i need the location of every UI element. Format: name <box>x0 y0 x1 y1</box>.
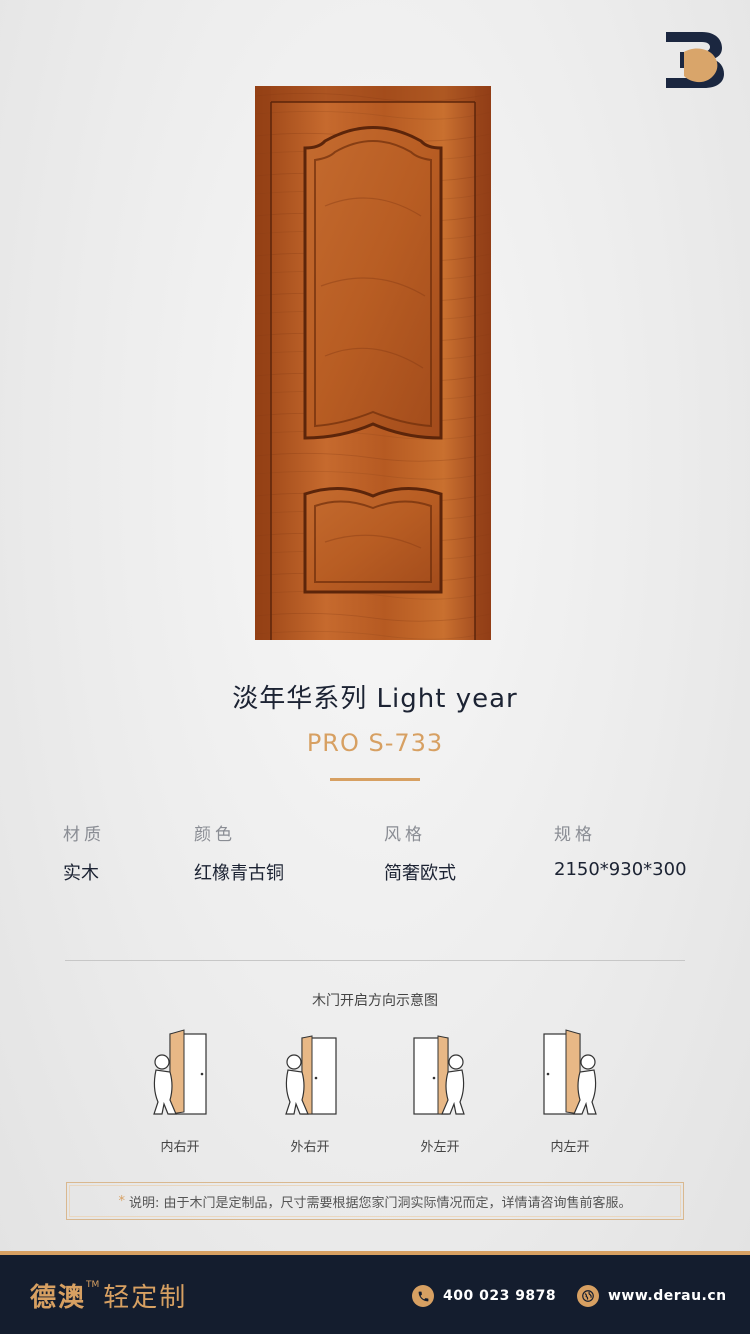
website-url: www.derau.cn <box>608 1288 727 1304</box>
brand-name: 德澳 <box>30 1283 87 1313</box>
product-title-block: 淡年华系列 Light year PRO S-733 <box>0 678 750 757</box>
direction-outer-left: 外左开 <box>410 1028 490 1158</box>
brand-tagline: 轻定制 <box>103 1283 188 1313</box>
title-divider <box>330 778 420 781</box>
footer-bar: 德澳 TM 轻定制 400 023 9878 www.derau.cn <box>0 1251 750 1334</box>
spec-value: 实木 <box>63 863 99 884</box>
door-person-icon <box>543 1029 597 1115</box>
direction-outer-right: 外右开 <box>280 1028 360 1158</box>
brand-trademark: TM <box>86 1280 100 1290</box>
phone-number: 400 023 9878 <box>443 1288 557 1304</box>
spec-label: 材质 <box>63 825 105 845</box>
spec-color: 颜色 红橡青古铜 <box>194 820 284 885</box>
direction-label: 内右开 <box>160 1140 200 1155</box>
custom-size-note: * 说明: 由于木门是定制品，尺寸需要根据您家门洞实际情况而定，详情请咨询售前客… <box>66 1182 684 1220</box>
phone-icon <box>412 1285 434 1307</box>
door-image <box>255 86 491 640</box>
product-series: 淡年华系列 Light year <box>232 684 518 714</box>
spec-label: 颜色 <box>194 825 236 845</box>
note-marker: * <box>118 1193 125 1209</box>
brand-logo-icon <box>666 32 724 88</box>
diagram-title: 木门开启方向示意图 <box>312 993 438 1009</box>
direction-label: 外右开 <box>290 1140 330 1155</box>
footer-phone[interactable]: 400 023 9878 <box>412 1285 556 1307</box>
door-person-icon <box>413 1035 465 1115</box>
direction-inner-left: 内左开 <box>540 1028 620 1158</box>
footer-brand: 德澳 TM 轻定制 <box>30 1277 187 1314</box>
door-person-icon <box>153 1029 207 1115</box>
note-text: 说明: 由于木门是定制品，尺寸需要根据您家门洞实际情况而定，详情请咨询售前客服。 <box>128 1195 632 1211</box>
door-person-icon <box>285 1035 337 1115</box>
spec-value: 红橡青古铜 <box>194 863 284 884</box>
direction-label: 外左开 <box>420 1140 460 1155</box>
direction-label: 内左开 <box>550 1140 590 1155</box>
section-divider <box>65 960 685 961</box>
product-model: PRO S-733 <box>306 729 444 757</box>
product-specs: 材质 实木 颜色 红橡青古铜 风格 简奢欧式 规格 2150*930*300 <box>0 820 750 890</box>
spec-size: 规格 2150*930*300 <box>554 820 687 880</box>
spec-material: 材质 实木 <box>63 820 105 885</box>
direction-inner-right: 内右开 <box>150 1028 230 1158</box>
spec-value: 2150*930*300 <box>554 859 687 880</box>
globe-icon <box>577 1285 599 1307</box>
spec-label: 风格 <box>384 825 426 845</box>
spec-style: 风格 简奢欧式 <box>384 820 456 885</box>
spec-value: 简奢欧式 <box>384 863 456 884</box>
spec-label: 规格 <box>554 825 596 845</box>
footer-website[interactable]: www.derau.cn <box>577 1285 727 1307</box>
